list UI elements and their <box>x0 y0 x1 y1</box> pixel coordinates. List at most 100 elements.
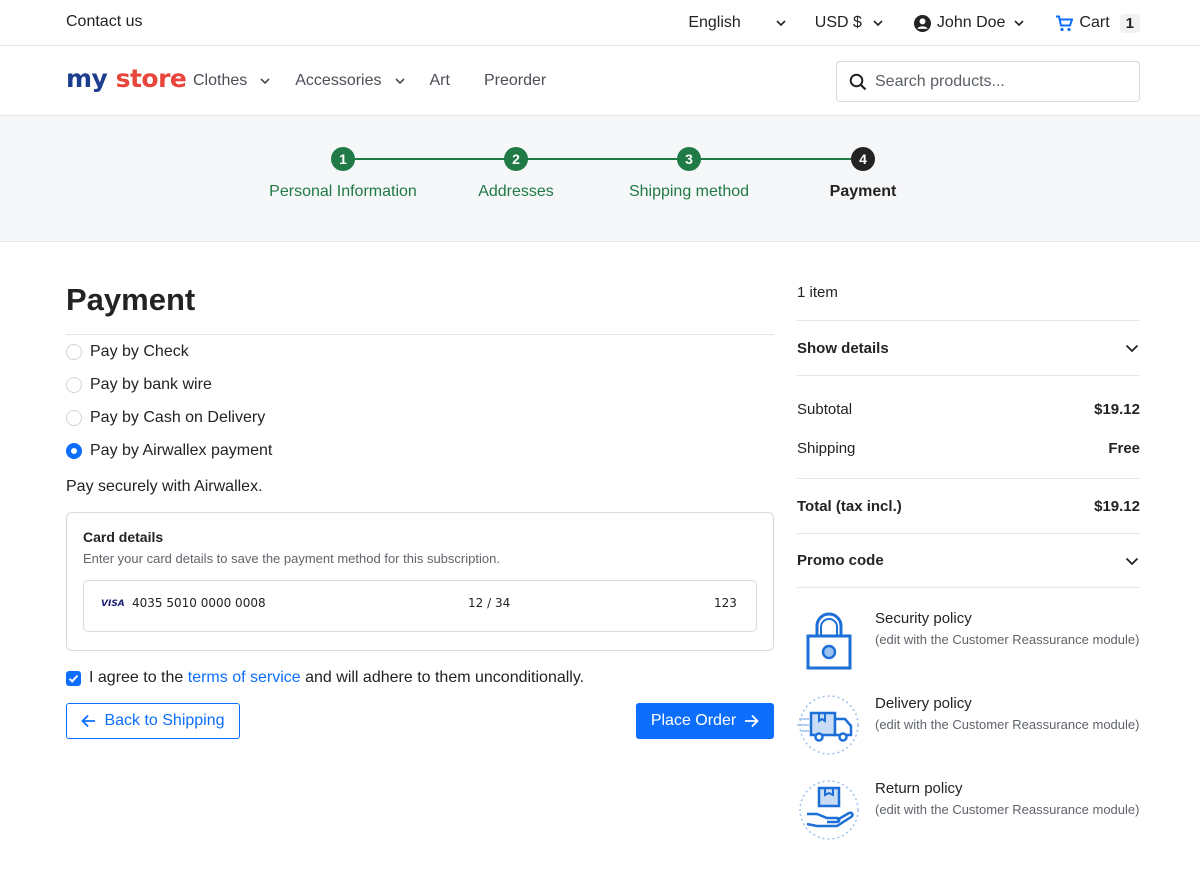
shipping-label: Shipping <box>797 440 856 457</box>
chevron-down-icon <box>1014 20 1024 27</box>
language-label: English <box>688 14 741 31</box>
main-header: my store Clothes Accessories Art Preorde… <box>0 46 1200 116</box>
payment-option-label: Pay by Airwallex payment <box>90 441 273 459</box>
order-summary: 1 item Show details Subtotal $19.12 Ship… <box>797 242 1140 863</box>
reassurance-text: Delivery policy (edit with the Customer … <box>875 693 1139 778</box>
step-label: Shipping method <box>628 183 750 200</box>
chevron-down-icon <box>1125 557 1139 565</box>
visa-logo-icon: VISA <box>101 599 125 609</box>
payment-option-label: Pay by Check <box>90 342 189 360</box>
logo-part-my: my <box>66 64 108 93</box>
cart-label: Cart <box>1079 14 1110 31</box>
terms-checkbox[interactable] <box>66 670 81 686</box>
agree-prefix: I agree to the <box>89 669 184 686</box>
agree-suffix: and will adhere to them unconditionally. <box>305 669 585 686</box>
card-input-field[interactable]: VISA 4035 5010 0000 0008 12 / 34 123 <box>83 580 757 632</box>
show-details-toggle[interactable]: Show details <box>797 320 1140 375</box>
radio-button[interactable] <box>66 343 82 360</box>
chevron-down-icon <box>394 78 405 85</box>
lock-icon <box>806 612 852 670</box>
card-number-input[interactable]: 4035 5010 0000 0008 <box>132 596 266 610</box>
payment-option-check[interactable]: Pay by Check <box>66 335 774 368</box>
step-payment: 4 Payment <box>763 147 963 201</box>
step-personal-information[interactable]: 1 Personal Information <box>243 147 443 201</box>
card-expiry-input[interactable]: 12 / 34 <box>468 596 510 610</box>
step-addresses[interactable]: 2 Addresses <box>416 147 616 201</box>
terms-of-service-link[interactable]: terms of service <box>188 669 301 687</box>
step-label: Addresses <box>478 183 554 200</box>
cart-items-count: 1 item <box>797 284 838 301</box>
show-details-label: Show details <box>797 339 889 357</box>
payment-option-cash-on-delivery[interactable]: Pay by Cash on Delivery <box>66 401 774 434</box>
logo-part-store: store <box>115 64 187 93</box>
payment-option-label: Pay by Cash on Delivery <box>90 408 266 426</box>
top-bar: Contact us English USD $ John Doe Cart 1 <box>0 0 1200 46</box>
user-account-menu[interactable]: John Doe <box>913 14 1026 32</box>
chevron-down-icon <box>873 20 883 27</box>
store-logo[interactable]: my store <box>66 64 187 93</box>
cart-count-badge: 1 <box>1119 13 1140 33</box>
currency-label: USD $ <box>814 14 862 31</box>
step-number: 2 <box>504 147 528 171</box>
reassurance-desc: (edit with the Customer Reassurance modu… <box>875 717 1140 732</box>
subtotal-label: Subtotal <box>797 401 853 418</box>
terms-agreement: I agree to the terms of service and will… <box>66 669 774 687</box>
nav-item-preorder[interactable]: Preorder <box>484 72 546 90</box>
total-label: Total (tax incl.) <box>797 497 902 515</box>
reassurance-security: Security policy (edit with the Customer … <box>797 608 1140 693</box>
payment-option-label: Pay by bank wire <box>90 375 212 393</box>
subtotal-value: $19.12 <box>1094 401 1140 418</box>
step-label: Payment <box>829 183 897 200</box>
language-selector[interactable]: English <box>688 14 786 32</box>
search-input[interactable] <box>875 72 1115 91</box>
place-order-label: Place Order <box>650 712 737 729</box>
card-cvc-input[interactable]: 123 <box>714 596 737 610</box>
nav-label: Preorder <box>483 72 547 89</box>
back-to-shipping-button[interactable]: Back to Shipping <box>66 703 240 739</box>
contact-us-link[interactable]: Contact us <box>66 13 142 31</box>
total-value: $19.12 <box>1094 497 1140 515</box>
user-name: John Doe <box>936 14 1006 31</box>
nav-item-accessories[interactable]: Accessories <box>295 72 405 90</box>
checkout-stepper: 1 Personal Information 2 Addresses 3 Shi… <box>0 116 1200 242</box>
card-details-title: Card details <box>83 529 164 545</box>
radio-button-selected[interactable] <box>66 442 82 459</box>
card-details-panel: Card details Enter your card details to … <box>66 512 774 651</box>
search-box <box>836 61 1140 102</box>
nav-label: Clothes <box>193 72 248 89</box>
card-details-subtitle: Enter your card details to save the paym… <box>83 551 500 566</box>
checkmark-icon <box>68 674 79 683</box>
user-circle-icon <box>913 14 931 32</box>
chevron-down-icon <box>776 20 786 27</box>
nav-item-clothes[interactable]: Clothes <box>193 72 271 90</box>
shopping-cart-icon <box>1056 15 1074 31</box>
reassurance-delivery: Delivery policy (edit with the Customer … <box>797 693 1140 778</box>
promo-code-toggle[interactable]: Promo code <box>797 533 1140 588</box>
step-number: 3 <box>677 147 701 171</box>
reassurance-text: Return policy (edit with the Customer Re… <box>875 778 1139 863</box>
back-button-label: Back to Shipping <box>104 712 225 729</box>
shipping-line: Shipping Free <box>797 429 1140 468</box>
promo-code-label: Promo code <box>797 552 884 569</box>
total-line: Total (tax incl.) $19.12 <box>797 478 1140 533</box>
shipping-value: Free <box>1108 440 1140 457</box>
cart-link[interactable]: Cart 1 <box>1055 13 1140 33</box>
place-order-button[interactable]: Place Order <box>636 703 774 739</box>
step-number: 4 <box>851 147 875 171</box>
step-shipping-method[interactable]: 3 Shipping method <box>589 147 789 201</box>
reassurance-desc: (edit with the Customer Reassurance modu… <box>875 802 1140 817</box>
payment-description: Pay securely with Airwallex. <box>66 478 263 495</box>
page-title: Payment <box>66 282 196 317</box>
currency-selector[interactable]: USD $ <box>815 14 884 32</box>
nav-item-art[interactable]: Art <box>430 72 450 90</box>
radio-button[interactable] <box>66 409 82 426</box>
nav-label: Art <box>429 72 450 89</box>
nav-label: Accessories <box>295 72 382 89</box>
action-buttons: Back to Shipping Place Order <box>66 703 774 741</box>
payment-option-bank-wire[interactable]: Pay by bank wire <box>66 368 774 401</box>
return-box-icon <box>799 780 859 840</box>
main-nav: Clothes Accessories Art Preorder <box>193 46 580 116</box>
payment-option-airwallex[interactable]: Pay by Airwallex payment <box>66 434 774 467</box>
arrow-left-icon <box>81 714 96 728</box>
radio-button[interactable] <box>66 376 82 393</box>
